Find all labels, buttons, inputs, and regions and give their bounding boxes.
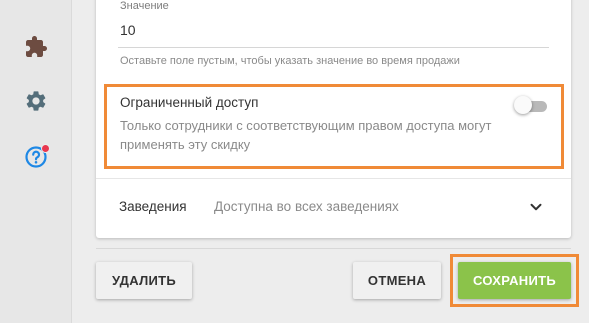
value-input-underline <box>118 47 549 48</box>
help-icon[interactable] <box>24 144 50 169</box>
save-button[interactable]: Сохранить <box>458 262 571 299</box>
restricted-access-toggle[interactable] <box>514 96 548 114</box>
notification-badge <box>41 144 50 153</box>
sidebar <box>0 0 72 323</box>
delete-button[interactable]: Удалить <box>96 262 192 299</box>
puzzle-icon[interactable] <box>24 35 48 59</box>
gear-icon[interactable] <box>24 89 48 113</box>
restricted-access-description: Только сотрудники с соответствующим прав… <box>120 118 492 152</box>
venues-label: Заведения <box>119 199 187 214</box>
restricted-access-title: Ограниченный доступ <box>120 95 259 110</box>
venues-select[interactable]: Заведения Доступна во всех заведениях <box>96 179 571 237</box>
chevron-down-icon[interactable] <box>527 198 545 216</box>
value-field-hint: Оставьте поле пустым, чтобы указать знач… <box>120 55 460 67</box>
toggle-thumb <box>514 96 532 114</box>
venues-value: Доступна во всех заведениях <box>214 199 399 214</box>
cancel-button[interactable]: Отмена <box>353 262 441 299</box>
value-field-label: Значение <box>120 0 169 12</box>
restricted-access-section: Ограниченный доступ Только сотрудники с … <box>104 84 564 169</box>
discount-form-card: Значение Оставьте поле пустым, чтобы ука… <box>96 0 571 238</box>
value-input[interactable] <box>120 20 547 40</box>
footer-divider <box>96 248 571 249</box>
